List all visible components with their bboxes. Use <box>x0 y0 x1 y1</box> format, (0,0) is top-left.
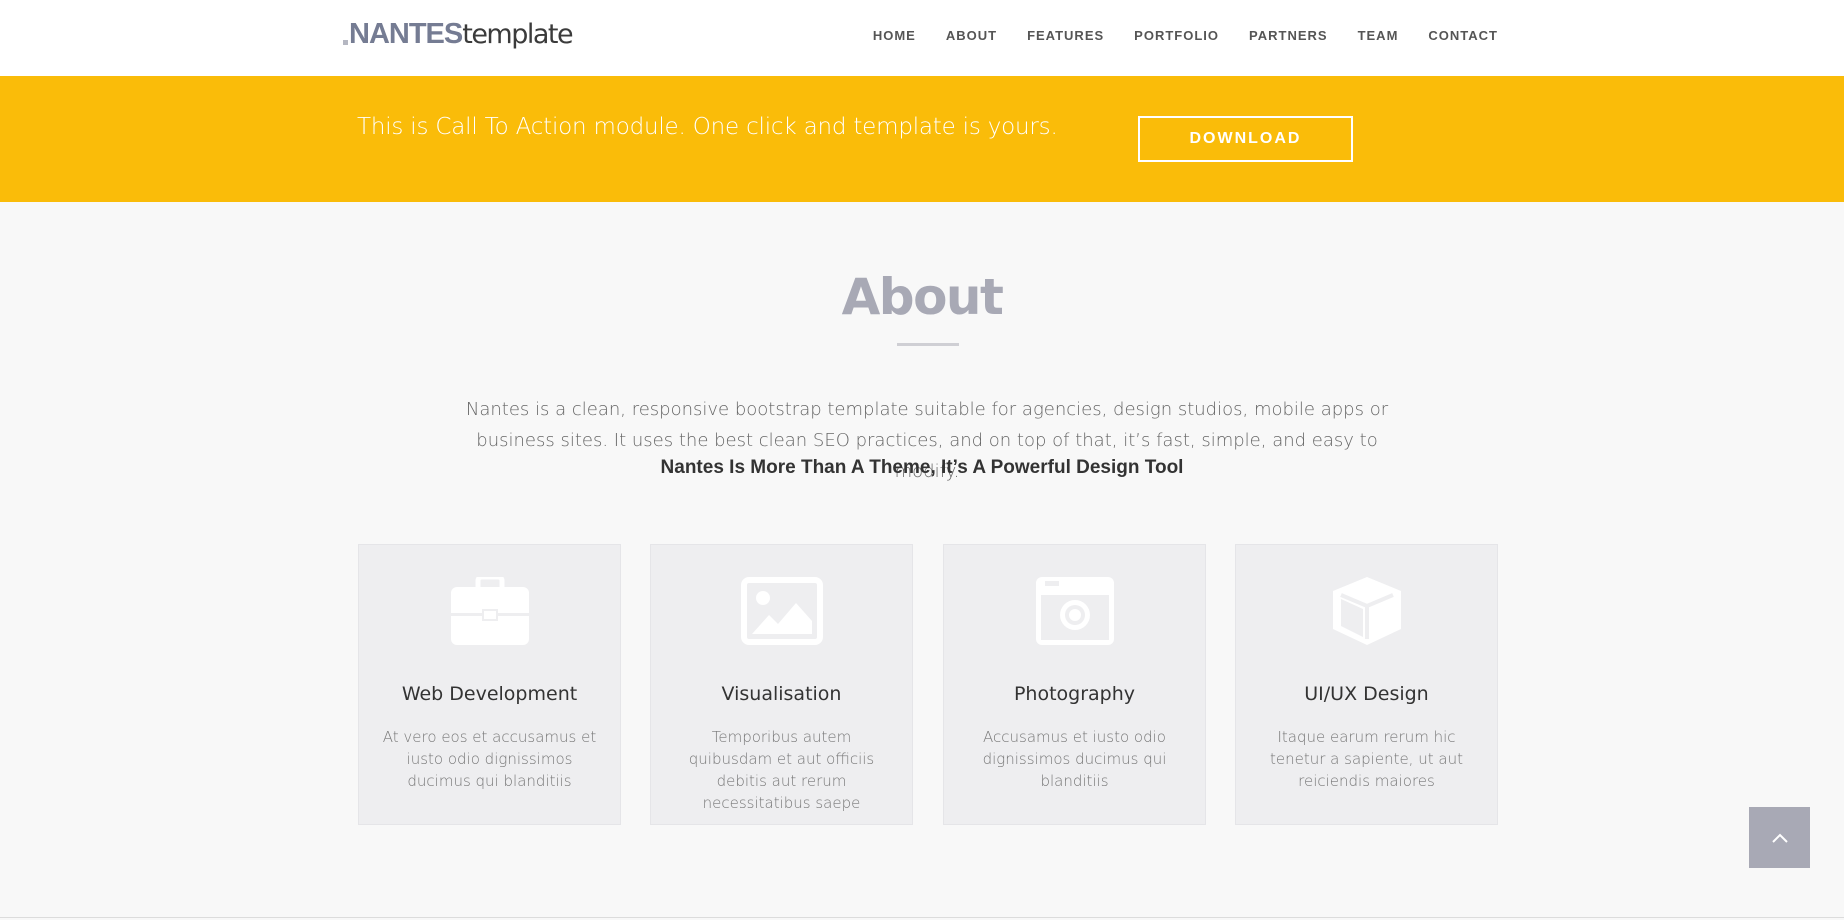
call-to-action-band: This is Call To Action module. One click… <box>0 76 1844 202</box>
nav-item-contact[interactable]: CONTACT <box>1428 28 1498 43</box>
about-tagline: Nantes Is More Than A Theme, It’s A Powe… <box>660 457 1184 478</box>
main-nav: HOME ABOUT FEATURES PORTFOLIO PARTNERS T… <box>843 0 1498 70</box>
title-divider <box>897 343 959 346</box>
feature-card-photography: Photography Accusamus et iusto odio dign… <box>943 544 1206 825</box>
chevron-up-icon <box>1771 833 1788 843</box>
section-bottom-border <box>0 917 1844 918</box>
logo-mark <box>343 40 348 45</box>
nav-item-features[interactable]: FEATURES <box>1027 28 1104 43</box>
feature-title: Web Development <box>401 683 578 705</box>
feature-text: Accusamus et iusto odio dignissimos duci… <box>982 728 1167 790</box>
back-to-top-button[interactable] <box>1749 807 1810 868</box>
logo-bold-text: NANTES <box>349 18 463 50</box>
about-title: About <box>841 268 1004 326</box>
feature-text: Itaque earum rerum hic tenetur a sapient… <box>1270 728 1463 790</box>
briefcase-icon <box>359 575 620 647</box>
feature-title: UI/UX Design <box>1304 683 1429 705</box>
cube-icon <box>1236 575 1497 647</box>
image-icon <box>651 575 912 647</box>
logo-light-text: template <box>462 19 573 50</box>
feature-text: Temporibus autem quibusdam et aut offici… <box>688 728 875 812</box>
nav-item-home[interactable]: HOME <box>873 28 916 43</box>
site-header: NANTES template HOME ABOUT FEATURES PORT… <box>0 0 1844 76</box>
feature-card-visualisation: Visualisation Temporibus autem quibusdam… <box>650 544 913 825</box>
cta-text: This is Call To Action module. One click… <box>357 114 1058 140</box>
feature-text: At vero eos et accusamus et iusto odio d… <box>382 728 597 790</box>
feature-card-ui-ux-design: UI/UX Design Itaque earum rerum hic tene… <box>1235 544 1498 825</box>
nav-item-team[interactable]: TEAM <box>1358 28 1399 43</box>
nav-item-portfolio[interactable]: PORTFOLIO <box>1134 28 1219 43</box>
logo[interactable]: NANTES template <box>343 18 574 51</box>
nav-item-about[interactable]: ABOUT <box>946 28 997 43</box>
nav-item-partners[interactable]: PARTNERS <box>1249 28 1328 43</box>
feature-title: Photography <box>1013 683 1136 705</box>
camera-icon <box>944 575 1205 647</box>
feature-card-web-development: Web Development At vero eos et accusamus… <box>358 544 621 825</box>
download-button[interactable]: DOWNLOAD <box>1138 116 1353 162</box>
feature-title: Visualisation <box>721 683 842 705</box>
